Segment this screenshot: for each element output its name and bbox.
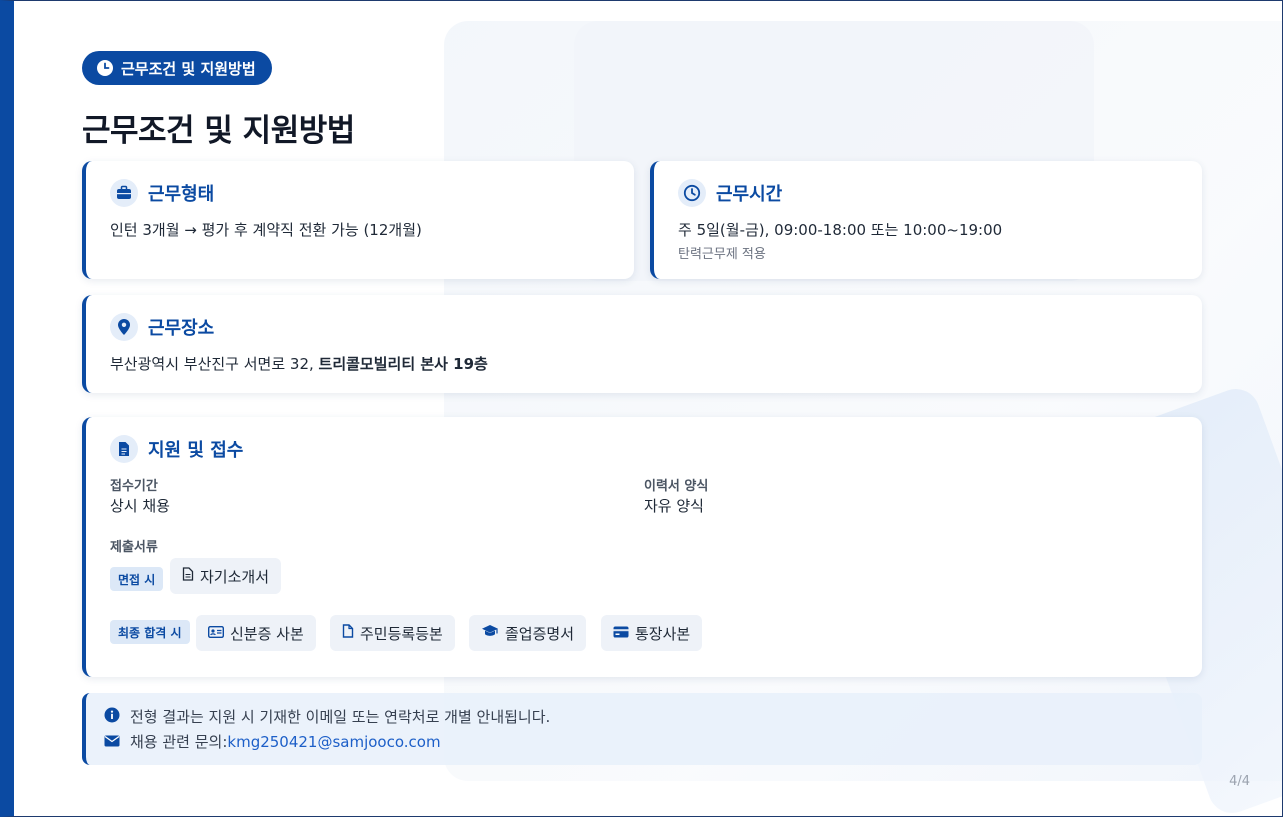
notice-result-text: 전형 결과는 지원 시 기재한 이메일 또는 연락처로 개별 안내됩니다. <box>130 708 551 726</box>
doc-chip-cover-letter: 자기소개서 <box>170 558 282 594</box>
doc-chip-id-card: 신분증 사본 <box>196 615 316 651</box>
work-type-text: 인턴 3개월 → 평가 후 계약직 전환 가능 (12개월) <box>110 221 422 239</box>
doc-chip-label: 통장사본 <box>635 624 691 643</box>
page-title: 근무조건 및 지원방법 <box>82 113 355 149</box>
final-tag: 최종 합격 시 <box>110 620 190 644</box>
doc-chip-label: 신분증 사본 <box>230 624 304 643</box>
work-location-text: 부산광역시 부산진구 서면로 32, 트리콜모빌리티 본사 19층 <box>110 353 488 374</box>
id-card-icon <box>207 624 225 642</box>
doc-chip-resident-register: 주민등록등본 <box>330 615 455 651</box>
documents-label: 제출서류 <box>110 540 158 555</box>
graduation-cap-icon <box>481 624 499 642</box>
document-icon <box>342 624 354 642</box>
work-hours-note: 탄력근무제 적용 <box>678 247 766 262</box>
work-location-address: 부산광역시 부산진구 서면로 32, <box>110 355 319 373</box>
application-title: 지원 및 접수 <box>148 440 244 461</box>
section-badge-label: 근무조건 및 지원방법 <box>121 59 256 78</box>
work-location-office: 트리콜모빌리티 본사 19층 <box>318 355 488 373</box>
work-type-card: 근무형태 인턴 3개월 → 평가 후 계약직 전환 가능 (12개월) <box>82 161 634 279</box>
work-hours-text: 주 5일(월-금), 09:00-18:00 또는 10:00~19:00 <box>678 221 1003 239</box>
info-icon <box>104 707 120 727</box>
resume-value: 자유 양식 <box>644 497 704 515</box>
section-badge: 근무조건 및 지원방법 <box>82 51 272 85</box>
briefcase-icon <box>110 179 138 207</box>
notice-contact-label: 채용 관련 문의: <box>130 733 228 751</box>
doc-chip-label: 주민등록등본 <box>360 624 443 643</box>
bank-card-icon <box>613 624 629 642</box>
application-card: 지원 및 접수 접수기간 상시 채용 이력서 양식 자유 양식 제출서류 면접 … <box>82 417 1202 677</box>
resume-label: 이력서 양식 <box>644 479 709 494</box>
period-label: 접수기간 <box>110 479 158 494</box>
doc-chip-label: 졸업증명서 <box>505 624 575 643</box>
page-number: 4/4 <box>1229 774 1250 789</box>
notice-contact-row: 채용 관련 문의:kmg250421@samjooco.com <box>104 731 441 752</box>
doc-chip-label: 자기소개서 <box>200 567 270 586</box>
clock-icon <box>678 179 706 207</box>
envelope-icon <box>104 733 120 751</box>
work-hours-title: 근무시간 <box>716 184 783 205</box>
clock-icon <box>96 59 114 77</box>
notice-result-row: 전형 결과는 지원 시 기재한 이메일 또는 연락처로 개별 안내됩니다. <box>104 706 550 727</box>
doc-chip-bankbook: 통장사본 <box>601 615 703 651</box>
slide-page: 근무조건 및 지원방법 근무조건 및 지원방법 근무형태 인턴 3개월 → 평가… <box>0 0 1283 817</box>
work-hours-card: 근무시간 주 5일(월-금), 09:00-18:00 또는 10:00~19:… <box>650 161 1202 279</box>
work-location-title: 근무장소 <box>148 318 215 339</box>
period-value: 상시 채용 <box>110 497 170 515</box>
notice-box: 전형 결과는 지원 시 기재한 이메일 또는 연락처로 개별 안내됩니다. 채용… <box>82 693 1202 765</box>
work-type-title: 근무형태 <box>148 184 215 205</box>
contact-email-link[interactable]: kmg250421@samjooco.com <box>227 733 440 751</box>
file-icon <box>110 435 138 463</box>
map-pin-icon <box>110 313 138 341</box>
doc-chip-graduation: 졸업증명서 <box>469 615 587 651</box>
interview-tag: 면접 시 <box>110 567 164 591</box>
work-location-card: 근무장소 부산광역시 부산진구 서면로 32, 트리콜모빌리티 본사 19층 <box>82 295 1202 393</box>
document-icon <box>182 567 194 585</box>
